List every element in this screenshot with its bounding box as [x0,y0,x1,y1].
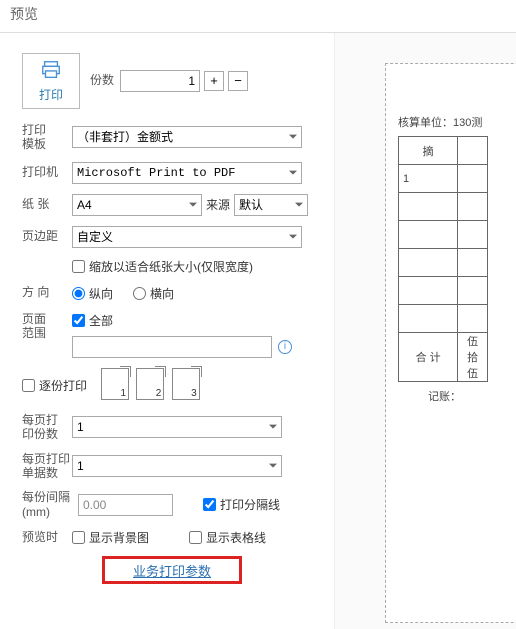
table-row [399,193,488,221]
copies-decrease-button[interactable]: − [228,71,248,91]
paper-label: 纸 张 [22,197,72,213]
table-header: 摘 [399,137,458,165]
orientation-label: 方 向 [22,285,72,301]
print-settings-panel: 打印 份数 + − 打印 模板 （非套打）金额式 打印机 Microsoft P… [0,33,335,629]
source-select[interactable]: 默认 [234,194,308,216]
paper-select[interactable]: A4 [72,194,202,216]
table-row [399,277,488,305]
preview-footer: 记账： [428,388,516,404]
preview-time-label: 预览时 [22,530,72,546]
table-row [399,249,488,277]
copies-input[interactable] [120,70,200,92]
print-divider-checkbox[interactable]: 打印分隔线 [203,496,280,513]
preview-page: 核算单位：130测 摘 1 合 计伍拾伍 记账： [385,63,516,623]
per-page-singles-select[interactable]: 1 [72,455,282,477]
business-print-params-button[interactable]: 业务打印参数 [102,556,242,584]
margin-label: 页边距 [22,229,72,245]
copies-label: 份数 [90,73,120,89]
collate-preview-icon: 1 [101,368,129,400]
collate-preview-icon: 2 [136,368,164,400]
show-bg-checkbox[interactable]: 显示背景图 [72,529,149,546]
scale-fit-checkbox[interactable]: 缩放以适合纸张大小(仅限宽度) [72,258,253,275]
per-page-copies-select[interactable]: 1 [72,416,282,438]
print-button-label: 打印 [39,86,63,103]
printer-select[interactable]: Microsoft Print to PDF [72,162,302,184]
info-icon: i [278,340,292,354]
window-title: 预览 [0,0,516,33]
per-page-copies-label: 每页打 印份数 [22,413,72,442]
total-label: 合 计 [399,333,458,382]
total-value: 伍拾伍 [458,333,488,382]
page-range-all-checkbox[interactable]: 全部 [72,312,113,329]
source-label: 来源 [206,196,230,213]
orientation-portrait-radio[interactable]: 纵向 [72,285,113,302]
orientation-landscape-radio[interactable]: 横向 [133,285,174,302]
interval-label: 每份间隔 (mm) [22,490,78,519]
preview-area: 核算单位：130测 摘 1 合 计伍拾伍 记账： [335,33,516,629]
template-select[interactable]: （非套打）金额式 [72,126,302,148]
table-row [399,221,488,249]
interval-input[interactable] [78,494,173,516]
table-row [399,305,488,333]
unit-value: 130测 [453,117,482,129]
print-button[interactable]: 打印 [22,53,80,109]
table-total-row: 合 计伍拾伍 [399,333,488,382]
collate-checkbox[interactable]: 逐份打印 [22,377,87,394]
copies-increase-button[interactable]: + [204,71,224,91]
table-row: 1 [399,165,488,193]
page-range-input[interactable] [72,336,272,358]
template-label: 打印 模板 [22,123,72,152]
unit-label: 核算单位： [398,117,453,129]
show-grid-checkbox[interactable]: 显示表格线 [189,529,266,546]
printer-icon [38,59,64,84]
margin-select[interactable]: 自定义 [72,226,302,248]
collate-preview-icon: 3 [172,368,200,400]
per-page-singles-label: 每页打印 单据数 [22,452,72,481]
printer-label: 打印机 [22,165,72,181]
page-range-label: 页面 范围 [22,312,72,341]
preview-table: 摘 1 合 计伍拾伍 [398,136,488,382]
